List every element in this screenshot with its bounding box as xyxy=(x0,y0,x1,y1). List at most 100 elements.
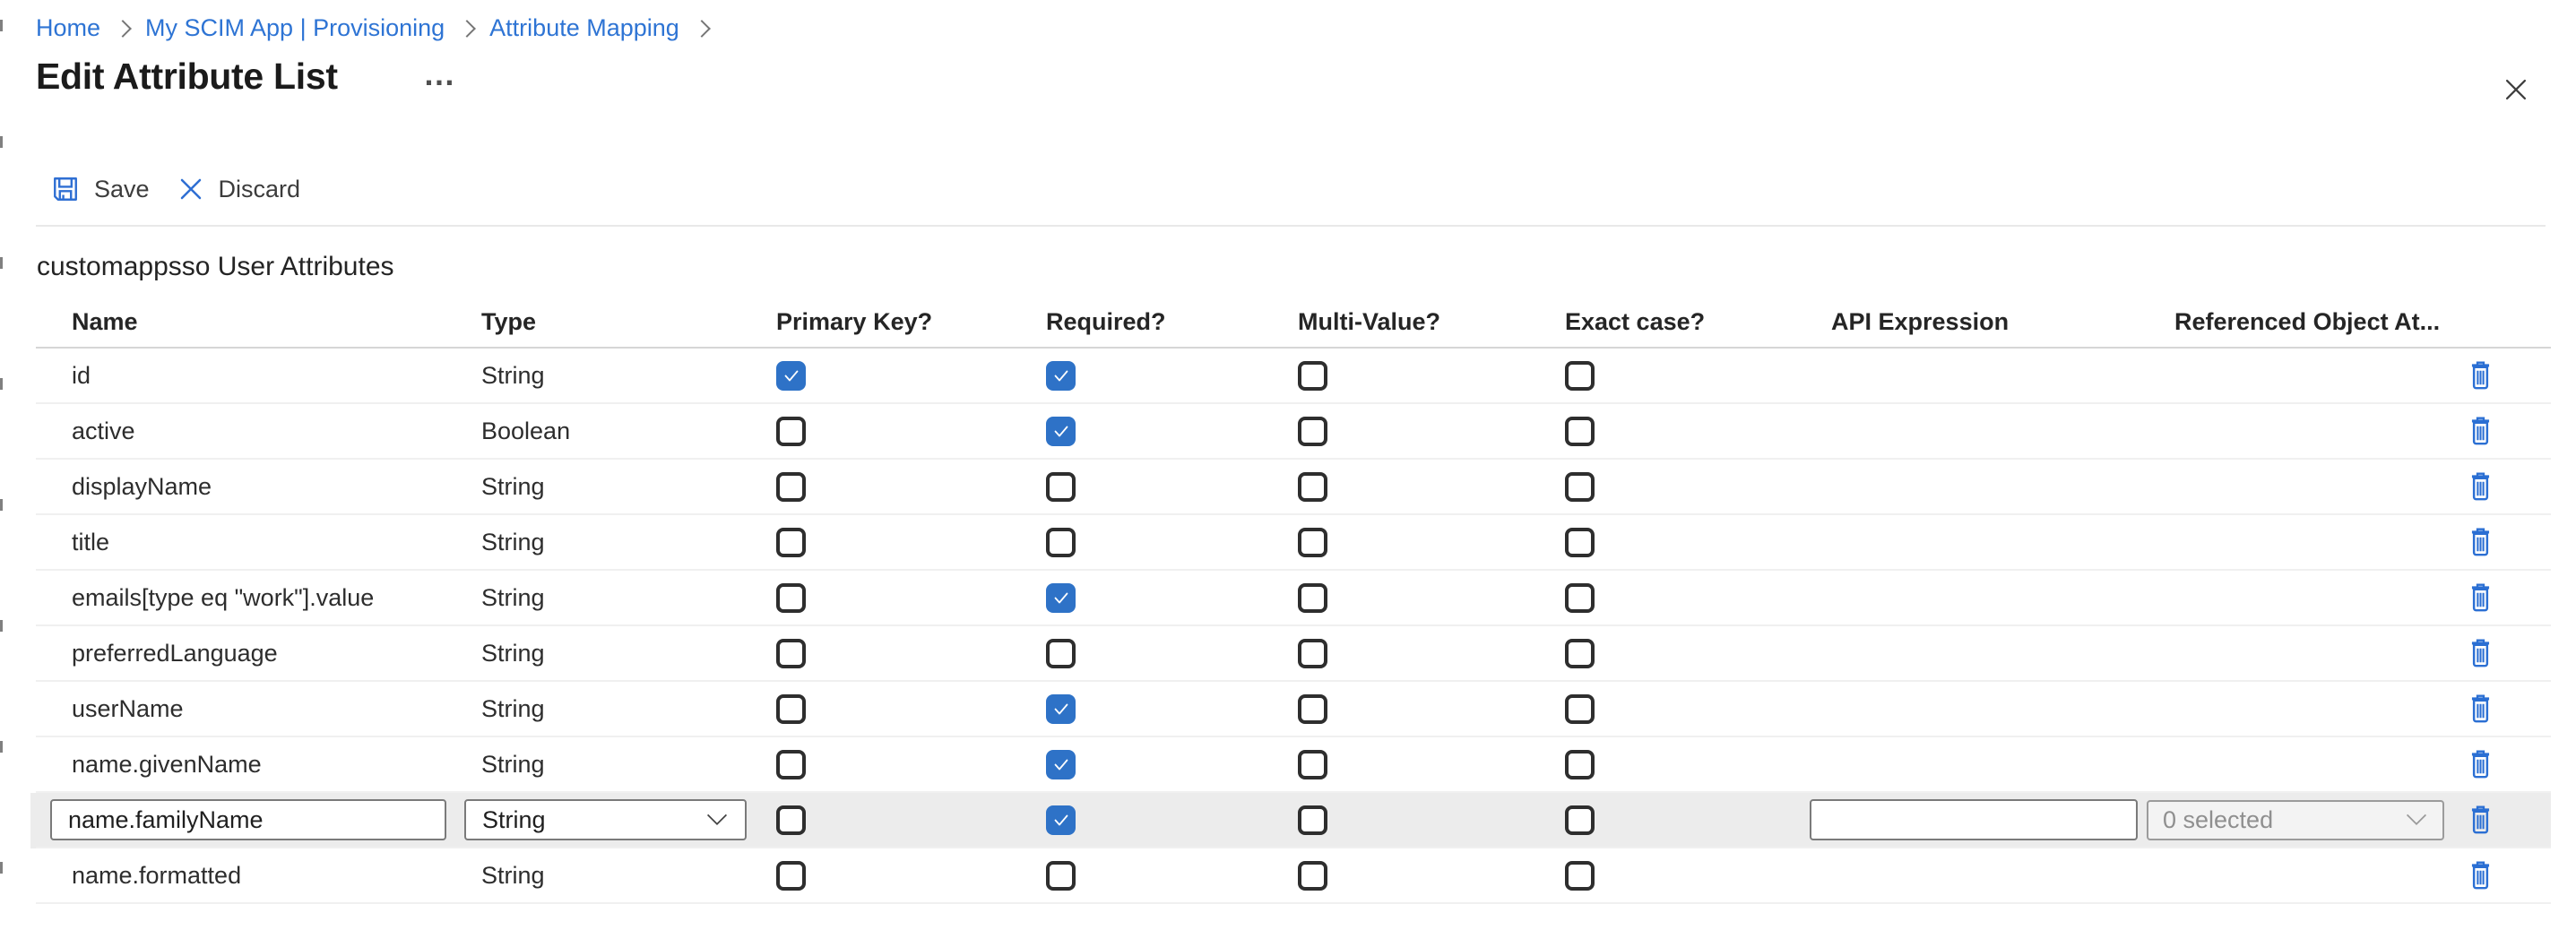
multi-value-checkbox[interactable] xyxy=(1298,750,1327,779)
exact-case-checkbox[interactable] xyxy=(1565,750,1595,779)
type-select[interactable]: String xyxy=(464,799,747,840)
breadcrumb-link-home[interactable]: Home xyxy=(36,13,100,43)
close-icon xyxy=(2501,74,2531,105)
required-checkbox[interactable] xyxy=(1046,861,1076,891)
primary-key-checkbox[interactable] xyxy=(776,861,806,891)
delete-row-button[interactable] xyxy=(2463,745,2497,784)
multi-value-checkbox[interactable] xyxy=(1298,417,1327,446)
required-checkbox[interactable] xyxy=(1046,583,1076,613)
trash-icon xyxy=(2467,470,2494,503)
trash-icon xyxy=(2467,581,2494,614)
column-header: Referenced Object At... xyxy=(2174,308,2440,336)
page-title: Edit Attribute List xyxy=(36,56,338,98)
chevron-down-icon xyxy=(2405,813,2428,827)
required-checkbox[interactable] xyxy=(1046,528,1076,557)
attribute-name: name.givenName xyxy=(72,751,262,779)
delete-row-button[interactable] xyxy=(2463,522,2497,562)
chevron-right-icon xyxy=(458,20,476,38)
discard-button[interactable]: Discard xyxy=(177,175,301,203)
primary-key-checkbox[interactable] xyxy=(776,639,806,668)
multi-value-checkbox[interactable] xyxy=(1298,528,1327,557)
type-select-value: String xyxy=(482,806,546,834)
delete-row-button[interactable] xyxy=(2463,356,2497,395)
exact-case-checkbox[interactable] xyxy=(1565,861,1595,891)
save-button[interactable]: Save xyxy=(50,174,150,204)
exact-case-checkbox[interactable] xyxy=(1565,639,1595,668)
required-checkbox[interactable] xyxy=(1046,472,1076,502)
required-checkbox[interactable] xyxy=(1046,639,1076,668)
attribute-name: id xyxy=(72,362,91,390)
close-button[interactable] xyxy=(2499,73,2533,108)
table-body: idStringactiveBooleandisplayNameStringti… xyxy=(36,349,2551,904)
required-checkbox[interactable] xyxy=(1046,750,1076,779)
primary-key-checkbox[interactable] xyxy=(776,472,806,502)
exact-case-checkbox[interactable] xyxy=(1565,805,1595,835)
multi-value-checkbox[interactable] xyxy=(1298,805,1327,835)
check-icon xyxy=(1050,420,1072,442)
chevron-right-icon xyxy=(693,20,711,38)
breadcrumb-link-provisioning[interactable]: My SCIM App | Provisioning xyxy=(145,13,445,43)
column-header: Primary Key? xyxy=(776,308,932,336)
primary-key-checkbox[interactable] xyxy=(776,694,806,724)
delete-row-button[interactable] xyxy=(2463,633,2497,673)
breadcrumb: Home My SCIM App | Provisioning Attribut… xyxy=(36,13,708,43)
delete-row-button[interactable] xyxy=(2463,578,2497,617)
exact-case-checkbox[interactable] xyxy=(1565,472,1595,502)
primary-key-checkbox[interactable] xyxy=(776,417,806,446)
chevron-down-icon xyxy=(705,813,729,827)
required-checkbox[interactable] xyxy=(1046,417,1076,446)
trash-icon xyxy=(2467,693,2494,725)
multi-value-checkbox[interactable] xyxy=(1298,639,1327,668)
table-row: titleString xyxy=(36,515,2551,571)
multi-value-checkbox[interactable] xyxy=(1298,861,1327,891)
discard-icon xyxy=(177,175,205,203)
trash-icon xyxy=(2467,748,2494,780)
more-options-button[interactable]: … xyxy=(419,52,461,97)
toolbar: Save Discard xyxy=(50,174,300,204)
required-checkbox[interactable] xyxy=(1046,805,1076,835)
trash-icon xyxy=(2467,859,2494,891)
breadcrumb-link-attribute-mapping[interactable]: Attribute Mapping xyxy=(489,13,679,43)
primary-key-checkbox[interactable] xyxy=(776,361,806,391)
delete-row-button[interactable] xyxy=(2463,800,2497,840)
table-row: String 0 selected xyxy=(36,793,2551,848)
exact-case-checkbox[interactable] xyxy=(1565,417,1595,446)
primary-key-checkbox[interactable] xyxy=(776,750,806,779)
table-row: displayNameString xyxy=(36,460,2551,515)
api-expression-input[interactable] xyxy=(1810,799,2138,840)
primary-key-checkbox[interactable] xyxy=(776,583,806,613)
delete-row-button[interactable] xyxy=(2463,689,2497,728)
multi-value-checkbox[interactable] xyxy=(1298,694,1327,724)
exact-case-checkbox[interactable] xyxy=(1565,361,1595,391)
primary-key-checkbox[interactable] xyxy=(776,528,806,557)
multi-value-checkbox[interactable] xyxy=(1298,472,1327,502)
required-checkbox[interactable] xyxy=(1046,694,1076,724)
attribute-type: Boolean xyxy=(481,418,570,445)
trash-icon xyxy=(2467,359,2494,392)
attribute-name: preferredLanguage xyxy=(72,640,278,667)
exact-case-checkbox[interactable] xyxy=(1565,528,1595,557)
attribute-name-input[interactable] xyxy=(50,799,446,840)
primary-key-checkbox[interactable] xyxy=(776,805,806,835)
check-icon xyxy=(1050,809,1072,831)
column-header: Exact case? xyxy=(1565,308,1705,336)
attribute-type: String xyxy=(481,473,545,501)
exact-case-checkbox[interactable] xyxy=(1565,583,1595,613)
table-header-row: NameTypePrimary Key?Required?Multi-Value… xyxy=(36,297,2551,349)
required-checkbox[interactable] xyxy=(1046,361,1076,391)
exact-case-checkbox[interactable] xyxy=(1565,694,1595,724)
attribute-name: active xyxy=(72,418,135,445)
multi-value-checkbox[interactable] xyxy=(1298,583,1327,613)
delete-row-button[interactable] xyxy=(2463,467,2497,506)
trash-icon xyxy=(2467,804,2494,836)
multi-value-checkbox[interactable] xyxy=(1298,361,1327,391)
discard-button-label: Discard xyxy=(219,176,301,203)
column-header: Name xyxy=(72,308,138,336)
attributes-table: NameTypePrimary Key?Required?Multi-Value… xyxy=(36,297,2551,904)
delete-row-button[interactable] xyxy=(2463,856,2497,895)
edit-attribute-list-blade: Home My SCIM App | Provisioning Attribut… xyxy=(0,0,2576,930)
column-header: API Expression xyxy=(1831,308,2009,336)
delete-row-button[interactable] xyxy=(2463,411,2497,451)
table-row: idString xyxy=(36,349,2551,404)
referenced-object-select[interactable]: 0 selected xyxy=(2147,800,2444,840)
